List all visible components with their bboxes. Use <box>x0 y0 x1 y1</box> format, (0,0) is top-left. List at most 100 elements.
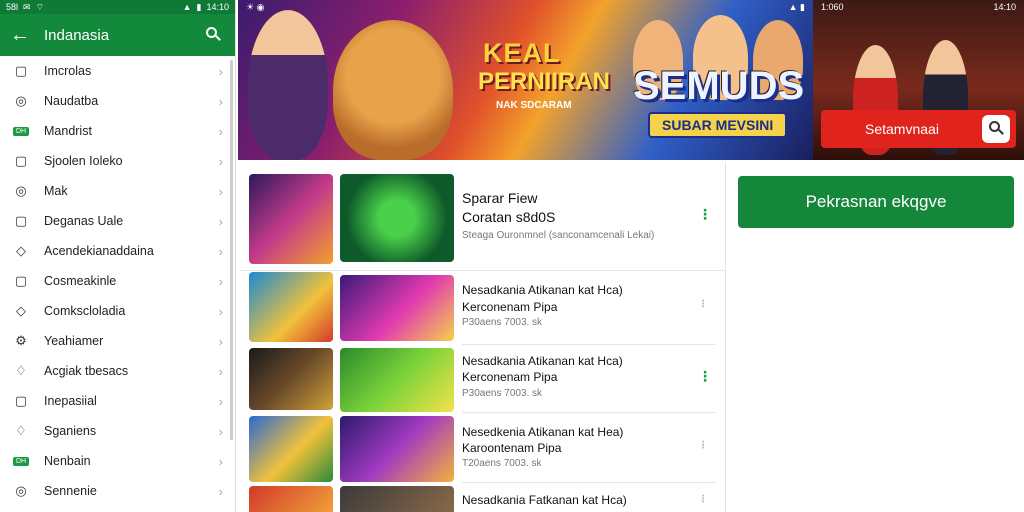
chevron-right-icon: › <box>218 273 223 289</box>
drawer-item-label: Imcrolas <box>44 64 92 78</box>
drawer-menu: ▢ Imcrolas › ◎ Naudatba › DH Mandrist › ▢ Sjoolen … <box>0 56 235 506</box>
drawer-item[interactable]: ▢ Sjoolen Ioleko › <box>0 146 235 176</box>
bell-icon: ♢ <box>15 423 27 438</box>
drawer-item[interactable]: ▢ Inepasiial › <box>0 386 235 416</box>
square-icon: ▢ <box>14 153 28 168</box>
chevron-right-icon: › <box>218 393 223 409</box>
drawer-item-label: Nenbain <box>44 454 91 468</box>
chevron-right-icon: › <box>218 63 223 79</box>
item-subtitle: Kerconenam Pipa <box>462 370 558 384</box>
chevron-right-icon: › <box>218 213 223 229</box>
content-list: Sparar Fiew Coratan s8d0S Steaga Ouronmn… <box>240 162 726 512</box>
drawer-item[interactable]: ♢ Acgiak tbesacs › <box>0 356 235 386</box>
search-icon[interactable] <box>203 24 225 46</box>
square-icon: ▢ <box>14 273 28 288</box>
item-subtitle: Karoontenam Pipa <box>462 441 562 455</box>
badge-icon: DH <box>6 126 36 136</box>
more-options-icon[interactable]: ⋮ <box>698 206 712 223</box>
item-title: Nesadkania Atikanan kat Hca) <box>462 354 623 368</box>
drawer-item[interactable]: DH Mandrist › <box>0 116 235 146</box>
wifi-icon: ⌔ <box>35 1 45 12</box>
list-item[interactable]: Nesedkenia Atikanan kat Hea) Karoontenam… <box>240 416 726 482</box>
more-options-icon[interactable]: ⋮ <box>698 494 708 505</box>
drawer-item-label: Acendekianaddaina <box>44 244 154 258</box>
chevron-right-icon: › <box>218 333 223 349</box>
drawer-item-label: Mak <box>44 184 68 198</box>
square-icon: ▢ <box>14 213 28 228</box>
divider <box>240 270 726 271</box>
banner-title-line1: KEAL <box>483 38 561 68</box>
chevron-right-icon: › <box>218 483 223 499</box>
drawer-item-label: Acgiak tbesacs <box>44 364 129 378</box>
item-thumbnail <box>249 272 333 342</box>
chevron-right-icon: › <box>218 243 223 259</box>
item-thumbnail <box>340 486 454 512</box>
list-item[interactable]: Nesadkania Atikanan kat Hca) Kerconenam … <box>240 348 726 412</box>
drawer-item-label: Yeahiamer <box>44 334 104 348</box>
drawer-item-label: Sjoolen Ioleko <box>44 154 123 168</box>
drawer-item[interactable]: ◎ Mak › <box>0 176 235 206</box>
bell-icon: ♢ <box>15 363 27 378</box>
list-item[interactable]: Nesadkania Atikanan kat Hca) Kerconenam … <box>240 272 726 342</box>
item-badge: DH <box>12 456 30 466</box>
drawer-item[interactable]: ◎ Sennenie › <box>0 476 235 506</box>
divider <box>462 412 716 413</box>
item-title: Nesedkenia Atikanan kat Hea) <box>462 425 624 439</box>
more-options-icon[interactable]: ⋮ <box>698 440 708 451</box>
banner-main-panel: ☀ ◉ ▲ ▮ KEAL PERNIIRAN NAK SDCARAM SEMUD… <box>238 0 813 160</box>
featured-item[interactable]: Sparar Fiew Coratan s8d0S Steaga Ouronmn… <box>240 174 726 274</box>
list-item[interactable]: Nesadkania Fatkanan kat Hca) ⋮ <box>240 486 726 512</box>
drawer-scrollbar[interactable] <box>230 60 233 440</box>
mascot-illustration <box>333 20 453 160</box>
drawer-item-label: Deganas Uale <box>44 214 124 228</box>
item-title: Nesadkania Atikanan kat Hca) <box>462 283 623 297</box>
divider <box>462 344 716 345</box>
chevron-right-icon: › <box>218 93 223 109</box>
drawer-item[interactable]: DH Nenbain › <box>0 446 235 476</box>
circle-icon: ◎ <box>15 183 27 198</box>
promo-banner[interactable]: ☀ ◉ ▲ ▮ KEAL PERNIIRAN NAK SDCARAM SEMUD… <box>238 0 1024 160</box>
more-options-icon[interactable]: ⋮ <box>698 299 708 310</box>
banner-search-label: Setamvnaai <box>865 121 939 137</box>
tag-icon: ◇ <box>16 303 26 318</box>
drawer-item-label: Comkscloladia <box>44 304 126 318</box>
item-thumbnail <box>340 275 454 341</box>
arrow-left-icon[interactable]: ← <box>10 24 34 47</box>
circle-icon: ◎ <box>15 483 27 498</box>
banner-title-line3: NAK SDCARAM <box>496 100 572 111</box>
banner-status-right: ▲ ▮ <box>788 1 805 12</box>
status-left-text: 58l <box>6 2 19 12</box>
featured-title: Sparar Fiew <box>462 190 538 206</box>
more-options-icon[interactable]: ⋮ <box>698 368 712 385</box>
banner-search-button[interactable]: Setamvnaai <box>821 110 1016 148</box>
item-title: Nesadkania Fatkanan kat Hca) <box>462 493 627 507</box>
drawer-item[interactable]: ▢ Cosmeakinle › <box>0 266 235 296</box>
banner-side-status-time: 14:10 <box>993 2 1016 12</box>
drawer-item[interactable]: ▢ Imcrolas › <box>0 56 235 86</box>
drawer-item[interactable]: ◎ Naudatba › <box>0 86 235 116</box>
square-icon: ▢ <box>14 393 28 408</box>
drawer-item-label: Sennenie <box>44 484 97 498</box>
chevron-right-icon: › <box>218 363 223 379</box>
search-icon[interactable] <box>982 115 1010 143</box>
item-badge: DH <box>12 126 30 136</box>
chevron-right-icon: › <box>218 153 223 169</box>
drawer-item[interactable]: ▢ Deganas Uale › <box>0 206 235 236</box>
chevron-right-icon: › <box>218 183 223 199</box>
chevron-right-icon: › <box>218 423 223 439</box>
status-time: 14:10 <box>206 2 229 12</box>
primary-action-button[interactable]: Pekrasnan ekqgve <box>738 176 1014 228</box>
drawer-item-label: Sganiens <box>44 424 97 438</box>
battery-icon: ▮ <box>196 1 202 12</box>
drawer-item[interactable]: ◇ Acendekianaddaina › <box>0 236 235 266</box>
drawer-item[interactable]: ♢ Sganiens › <box>0 416 235 446</box>
banner-title-line2: PERNIIRAN <box>478 68 611 95</box>
square-icon: ▢ <box>14 63 28 78</box>
item-thumbnail <box>249 486 333 512</box>
banner-status-bar: ☀ ◉ ▲ ▮ <box>238 0 813 14</box>
drawer-item-label: Mandrist <box>44 124 92 138</box>
drawer-item[interactable]: ⚙ Yeahiamer › <box>0 326 235 356</box>
drawer-item[interactable]: ◇ Comkscloladia › <box>0 296 235 326</box>
item-thumbnail <box>340 348 454 412</box>
banner-side-panel: 1:060 14:10 Setamvnaai <box>813 0 1024 160</box>
